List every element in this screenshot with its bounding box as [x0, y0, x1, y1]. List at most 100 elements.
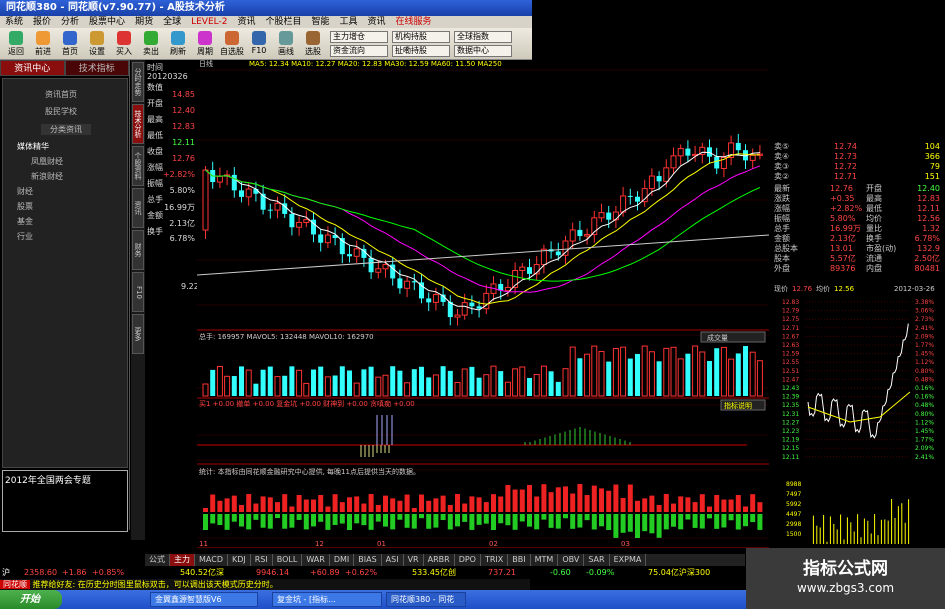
menu-item-12[interactable]: 在线服务 [391, 16, 437, 28]
indicator-tab-13[interactable]: TRIX [481, 554, 509, 566]
indicator-tab-6[interactable]: WAR [302, 554, 330, 566]
news-home-link[interactable]: 资讯首页 [45, 89, 77, 100]
task-3[interactable]: 同花顺380 - 同花 [386, 592, 466, 607]
indicator-tab-10[interactable]: VR [404, 554, 424, 566]
indicator-tab-12[interactable]: DPO [455, 554, 481, 566]
indicator-tab-16[interactable]: OBV [558, 554, 585, 566]
flow-header: 统计: 本指标由同花顺金融研究中心提供, 每晚11点后提供当天的数据。 [199, 467, 420, 476]
indicator-tab-15[interactable]: MTM [531, 554, 559, 566]
toolbar-label-6: 刷新 [170, 47, 186, 56]
info-label-3: 最低 [147, 131, 163, 140]
toolbar-button-6[interactable]: 刷新 [166, 30, 190, 58]
tab-tech-indicators[interactable]: 技术指标 [64, 60, 129, 76]
ifeng-finance-link[interactable]: 凤凰财经 [31, 156, 63, 167]
menu-item-0[interactable]: 系统 [0, 16, 28, 28]
promo-box[interactable]: 2012年全国两会专题 [2, 470, 128, 532]
flow-bar-out [426, 514, 432, 529]
flow-bar-out [267, 514, 273, 529]
menu-item-5[interactable]: 全球 [158, 16, 186, 28]
toolbar-button-9[interactable]: F10 [247, 30, 271, 58]
indicator-tab-14[interactable]: BBI [508, 554, 531, 566]
vtab-1[interactable]: 技术分析 [132, 104, 144, 144]
indicator-tab-5[interactable]: BOLL [273, 554, 303, 566]
menu-item-2[interactable]: 分析 [56, 16, 84, 28]
vtab-3[interactable]: 资讯 [132, 188, 144, 228]
indicator-tab-0[interactable]: 公式 [145, 554, 170, 566]
indicator-tab-3[interactable]: KDJ [228, 554, 251, 566]
menu-item-8[interactable]: 个股栏目 [260, 16, 306, 28]
vtab-2[interactable]: 个股资料 [132, 146, 144, 186]
toolbar-dropdown-3[interactable]: 资金流向 [330, 45, 388, 57]
tab-news-center[interactable]: 资讯中心 [0, 60, 65, 76]
mini-pct-tick: 2.09% [915, 445, 934, 452]
vtab-6[interactable]: 更多 [132, 314, 144, 354]
news-ticker[interactable]: 同花顺 推荐给好友: 在历史分时图里鼠标双击，可以调出该天模式历史分时。 [0, 579, 530, 590]
candle-body [663, 167, 670, 182]
menu-item-11[interactable]: 资讯 [363, 16, 391, 28]
toolbar-button-3[interactable]: 设置 [85, 30, 109, 58]
volume-bar [569, 346, 576, 397]
indicator-tab-7[interactable]: DMI [330, 554, 355, 566]
indicator-tab-8[interactable]: BIAS [354, 554, 382, 566]
info-value-4: 12.76 [172, 154, 195, 163]
indicator-tab-18[interactable]: EXPMA [610, 554, 647, 566]
menu-item-7[interactable]: 资讯 [232, 16, 260, 28]
mini-price-tick: 12.39 [782, 394, 799, 401]
flow-bar-in [375, 505, 381, 512]
toolbar-dropdown-4[interactable]: 扯嘞持股 [392, 45, 450, 57]
volume-bar [540, 365, 547, 397]
volume-bar [670, 346, 677, 397]
volume-bar [620, 346, 627, 397]
toolbar-button-0[interactable]: 返回 [4, 30, 28, 58]
toolbar-dropdown-0[interactable]: 主力增仓 [330, 31, 388, 43]
toolbar-button-7[interactable]: 周期 [193, 30, 217, 58]
toolbar-button-1[interactable]: 前进 [31, 30, 55, 58]
task-1-label: 金翼鑫源智慧版V6 [155, 595, 222, 604]
chart-area[interactable]: 日线 MA5: 12.34 MA10: 12.27 MA20: 12.83 MA3… [196, 59, 770, 549]
volume-bar [635, 353, 640, 396]
vtab-0[interactable]: 分时走势 [132, 62, 144, 102]
menu-item-9[interactable]: 智能 [307, 16, 335, 28]
media-essence-link[interactable]: 媒体精华 [17, 141, 49, 152]
vtab-5[interactable]: F10 [132, 272, 144, 312]
indicator-tab-1[interactable]: 主力 [170, 554, 195, 566]
start-button[interactable]: 开始 [0, 590, 62, 609]
menu-item-3[interactable]: 股票中心 [84, 16, 130, 28]
volume-bar [231, 376, 237, 396]
indicator-tab-9[interactable]: ASI [382, 554, 404, 566]
menu-item-6[interactable]: LEVEL-2 [186, 16, 232, 28]
toolbar-button-4[interactable]: 买入 [112, 30, 136, 58]
stocks-link[interactable]: 股票 [17, 201, 33, 212]
flow-bar-in [289, 506, 295, 512]
toolbar-dropdown-5[interactable]: 数据中心 [454, 45, 512, 57]
sina-finance-link[interactable]: 新浪财经 [31, 171, 63, 182]
indicator-tab-17[interactable]: SAR [584, 554, 610, 566]
task-2[interactable]: 复金坑 - [指标... [272, 592, 382, 607]
indicator-tab-4[interactable]: RSI [251, 554, 273, 566]
toolbar-button-11[interactable]: 选股 [301, 30, 325, 58]
flow-bar-in [231, 495, 237, 512]
indicator-tab-11[interactable]: ARBR [424, 554, 455, 566]
volume-bar [224, 375, 231, 397]
candle-body [231, 174, 237, 191]
vtab-4[interactable]: 财务 [132, 230, 144, 270]
industry-link[interactable]: 行业 [17, 231, 33, 242]
menu-item-10[interactable]: 工具 [335, 16, 363, 28]
task-1[interactable]: 金翼鑫源智慧版V6 [150, 592, 258, 607]
finance-link[interactable]: 财经 [17, 186, 33, 197]
toolbar-button-8[interactable]: 自选股 [220, 30, 244, 58]
chart-svg[interactable]: 日线 MA5: 12.34 MA10: 12.27 MA20: 12.83 MA3… [196, 59, 770, 549]
toolbar-button-5[interactable]: 卖出 [139, 30, 163, 58]
investor-school-link[interactable]: 股民学校 [45, 106, 77, 117]
mini-chart[interactable]: 现价 12.76 均价 12.56 2012-03-26 12.83 3.38% 12.79 3… [770, 282, 945, 548]
menu-item-4[interactable]: 期货 [130, 16, 158, 28]
mini-pct-tick: 3.06% [915, 308, 934, 315]
info-value-8: 2.13亿 [169, 219, 195, 228]
toolbar-button-10[interactable]: 画线 [274, 30, 298, 58]
toolbar-dropdown-2[interactable]: 全球指数 [454, 31, 512, 43]
toolbar-dropdown-1[interactable]: 机构持股 [392, 31, 450, 43]
funds-link[interactable]: 基金 [17, 216, 33, 227]
toolbar-button-2[interactable]: 首页 [58, 30, 82, 58]
menu-item-1[interactable]: 报价 [28, 16, 56, 28]
indicator-tab-2[interactable]: MACD [195, 554, 228, 566]
